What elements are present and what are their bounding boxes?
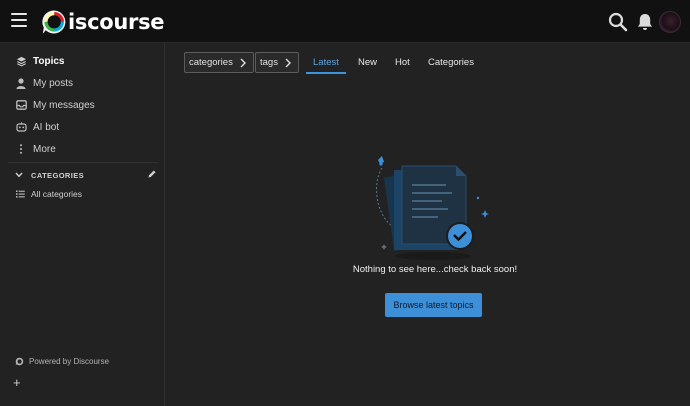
list-icon xyxy=(16,190,25,198)
discourse-logo-icon xyxy=(42,10,66,34)
tab-hot[interactable]: Hot xyxy=(395,57,410,68)
sidebar-item-all-categories[interactable]: All categories xyxy=(16,187,82,201)
browse-latest-topics-button[interactable]: Browse latest topics xyxy=(385,293,482,317)
sidebar-item-label: AI bot xyxy=(33,121,60,133)
site-header: iscourse xyxy=(0,0,690,43)
sidebar-divider xyxy=(8,162,158,163)
sidebar-item-more[interactable]: More xyxy=(14,139,56,159)
category-label: All categories xyxy=(31,189,83,199)
tab-new[interactable]: New xyxy=(358,57,377,68)
empty-state-illustration xyxy=(376,156,489,260)
chevron-right-icon xyxy=(240,58,246,67)
ellipsis-vertical-icon xyxy=(14,142,28,156)
sidebar-item-label: My messages xyxy=(33,99,95,111)
bell-icon[interactable] xyxy=(635,12,655,32)
site-logo[interactable]: iscourse xyxy=(41,8,165,36)
user-avatar[interactable] xyxy=(659,11,681,33)
discourse-small-icon xyxy=(15,357,24,366)
tab-categories[interactable]: Categories xyxy=(428,57,474,68)
inbox-icon xyxy=(14,98,28,112)
active-tab-indicator xyxy=(306,72,346,74)
sidebar-item-label: Topics xyxy=(33,55,65,67)
sidebar-item-my-messages[interactable]: My messages xyxy=(14,95,95,115)
sidebar-item-ai-bot[interactable]: AI bot xyxy=(14,117,59,137)
empty-state-message: Nothing to see here...check back soon! xyxy=(352,264,518,275)
logo-text: iscourse xyxy=(68,10,165,34)
main-content: categories tags Latest New Hot Categorie… xyxy=(165,43,690,406)
menu-icon[interactable] xyxy=(11,13,27,27)
layers-icon xyxy=(14,54,28,68)
tab-latest[interactable]: Latest xyxy=(313,57,339,68)
filter-label: categories xyxy=(189,57,233,68)
filter-label: tags xyxy=(260,57,278,68)
sidebar-item-label: My posts xyxy=(33,77,74,89)
chevron-right-icon xyxy=(285,58,291,67)
pencil-icon[interactable] xyxy=(147,169,157,179)
categories-heading: CATEGORIES xyxy=(31,170,85,180)
tags-filter-dropdown[interactable]: tags xyxy=(255,52,299,73)
sidebar: Topics My posts My messages AI bot More … xyxy=(0,43,165,406)
sidebar-item-topics[interactable]: Topics xyxy=(14,51,64,71)
powered-by-text: Powered by Discourse xyxy=(29,357,110,366)
user-icon xyxy=(14,76,28,90)
search-icon[interactable] xyxy=(608,12,628,32)
powered-by-link[interactable]: Powered by Discourse xyxy=(15,357,109,366)
chevron-down-icon xyxy=(15,172,23,178)
categories-section-header[interactable]: CATEGORIES xyxy=(15,168,157,182)
robot-icon xyxy=(14,120,28,134)
sidebar-item-my-posts[interactable]: My posts xyxy=(14,73,73,93)
categories-filter-dropdown[interactable]: categories xyxy=(184,52,254,73)
sidebar-item-label: More xyxy=(33,143,56,155)
add-icon[interactable]: + xyxy=(13,376,21,390)
